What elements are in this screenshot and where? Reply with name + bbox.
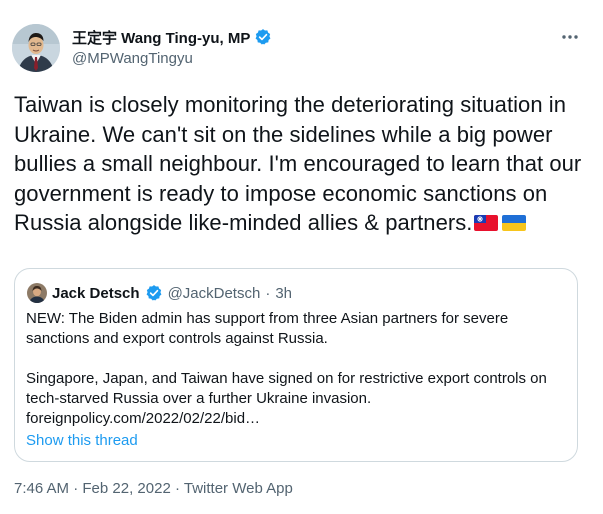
tweet-text: Taiwan is closely monitoring the deterio…: [14, 90, 594, 238]
tweet-time[interactable]: 7:46 AM: [14, 480, 69, 497]
ukraine-flag-icon: [501, 211, 527, 231]
meta-separator: ·: [73, 480, 79, 497]
quoted-verified-badge-icon: [145, 284, 163, 302]
quoted-tweet-text: NEW: The Biden admin has support from th…: [26, 309, 566, 429]
meta-separator: ·: [174, 480, 180, 497]
quoted-paragraph-1: NEW: The Biden admin has support from th…: [26, 310, 509, 347]
tweet-source[interactable]: Twitter Web App: [184, 480, 293, 497]
author-handle[interactable]: @MPWangTingyu: [72, 50, 193, 67]
tweet[interactable]: 王定宇 Wang Ting-yu, MP @MPWangTingyu Taiwa…: [0, 0, 603, 514]
more-options-icon[interactable]: [559, 28, 581, 46]
taiwan-flag-icon: [473, 211, 499, 231]
flag-emojis: [473, 211, 527, 231]
quoted-author-avatar: [27, 283, 47, 303]
quoted-separator: ·: [265, 284, 271, 302]
tweet-metadata: 7:46 AM · Feb 22, 2022 · Twitter Web App: [14, 480, 293, 497]
quoted-tweet-card[interactable]: Jack Detsch @JackDetsch · 3h NEW: The Bi…: [14, 268, 578, 462]
tweet-date[interactable]: Feb 22, 2022: [82, 480, 170, 497]
quoted-paragraph-2: Singapore, Japan, and Taiwan have signed…: [26, 370, 547, 407]
verified-badge-icon: [254, 28, 272, 46]
author-avatar[interactable]: [12, 24, 60, 72]
show-thread-link[interactable]: Show this thread: [26, 432, 138, 449]
author-display-name[interactable]: 王定宇 Wang Ting-yu, MP: [72, 27, 250, 48]
quoted-handle[interactable]: @JackDetsch: [168, 285, 261, 302]
quoted-link[interactable]: foreignpolicy.com/2022/02/22/bid…: [26, 409, 566, 429]
quoted-display-name[interactable]: Jack Detsch: [52, 285, 140, 302]
quoted-tweet-header: Jack Detsch @JackDetsch · 3h: [27, 283, 292, 303]
author-name-row[interactable]: 王定宇 Wang Ting-yu, MP: [72, 26, 272, 48]
quoted-time[interactable]: 3h: [275, 285, 292, 302]
